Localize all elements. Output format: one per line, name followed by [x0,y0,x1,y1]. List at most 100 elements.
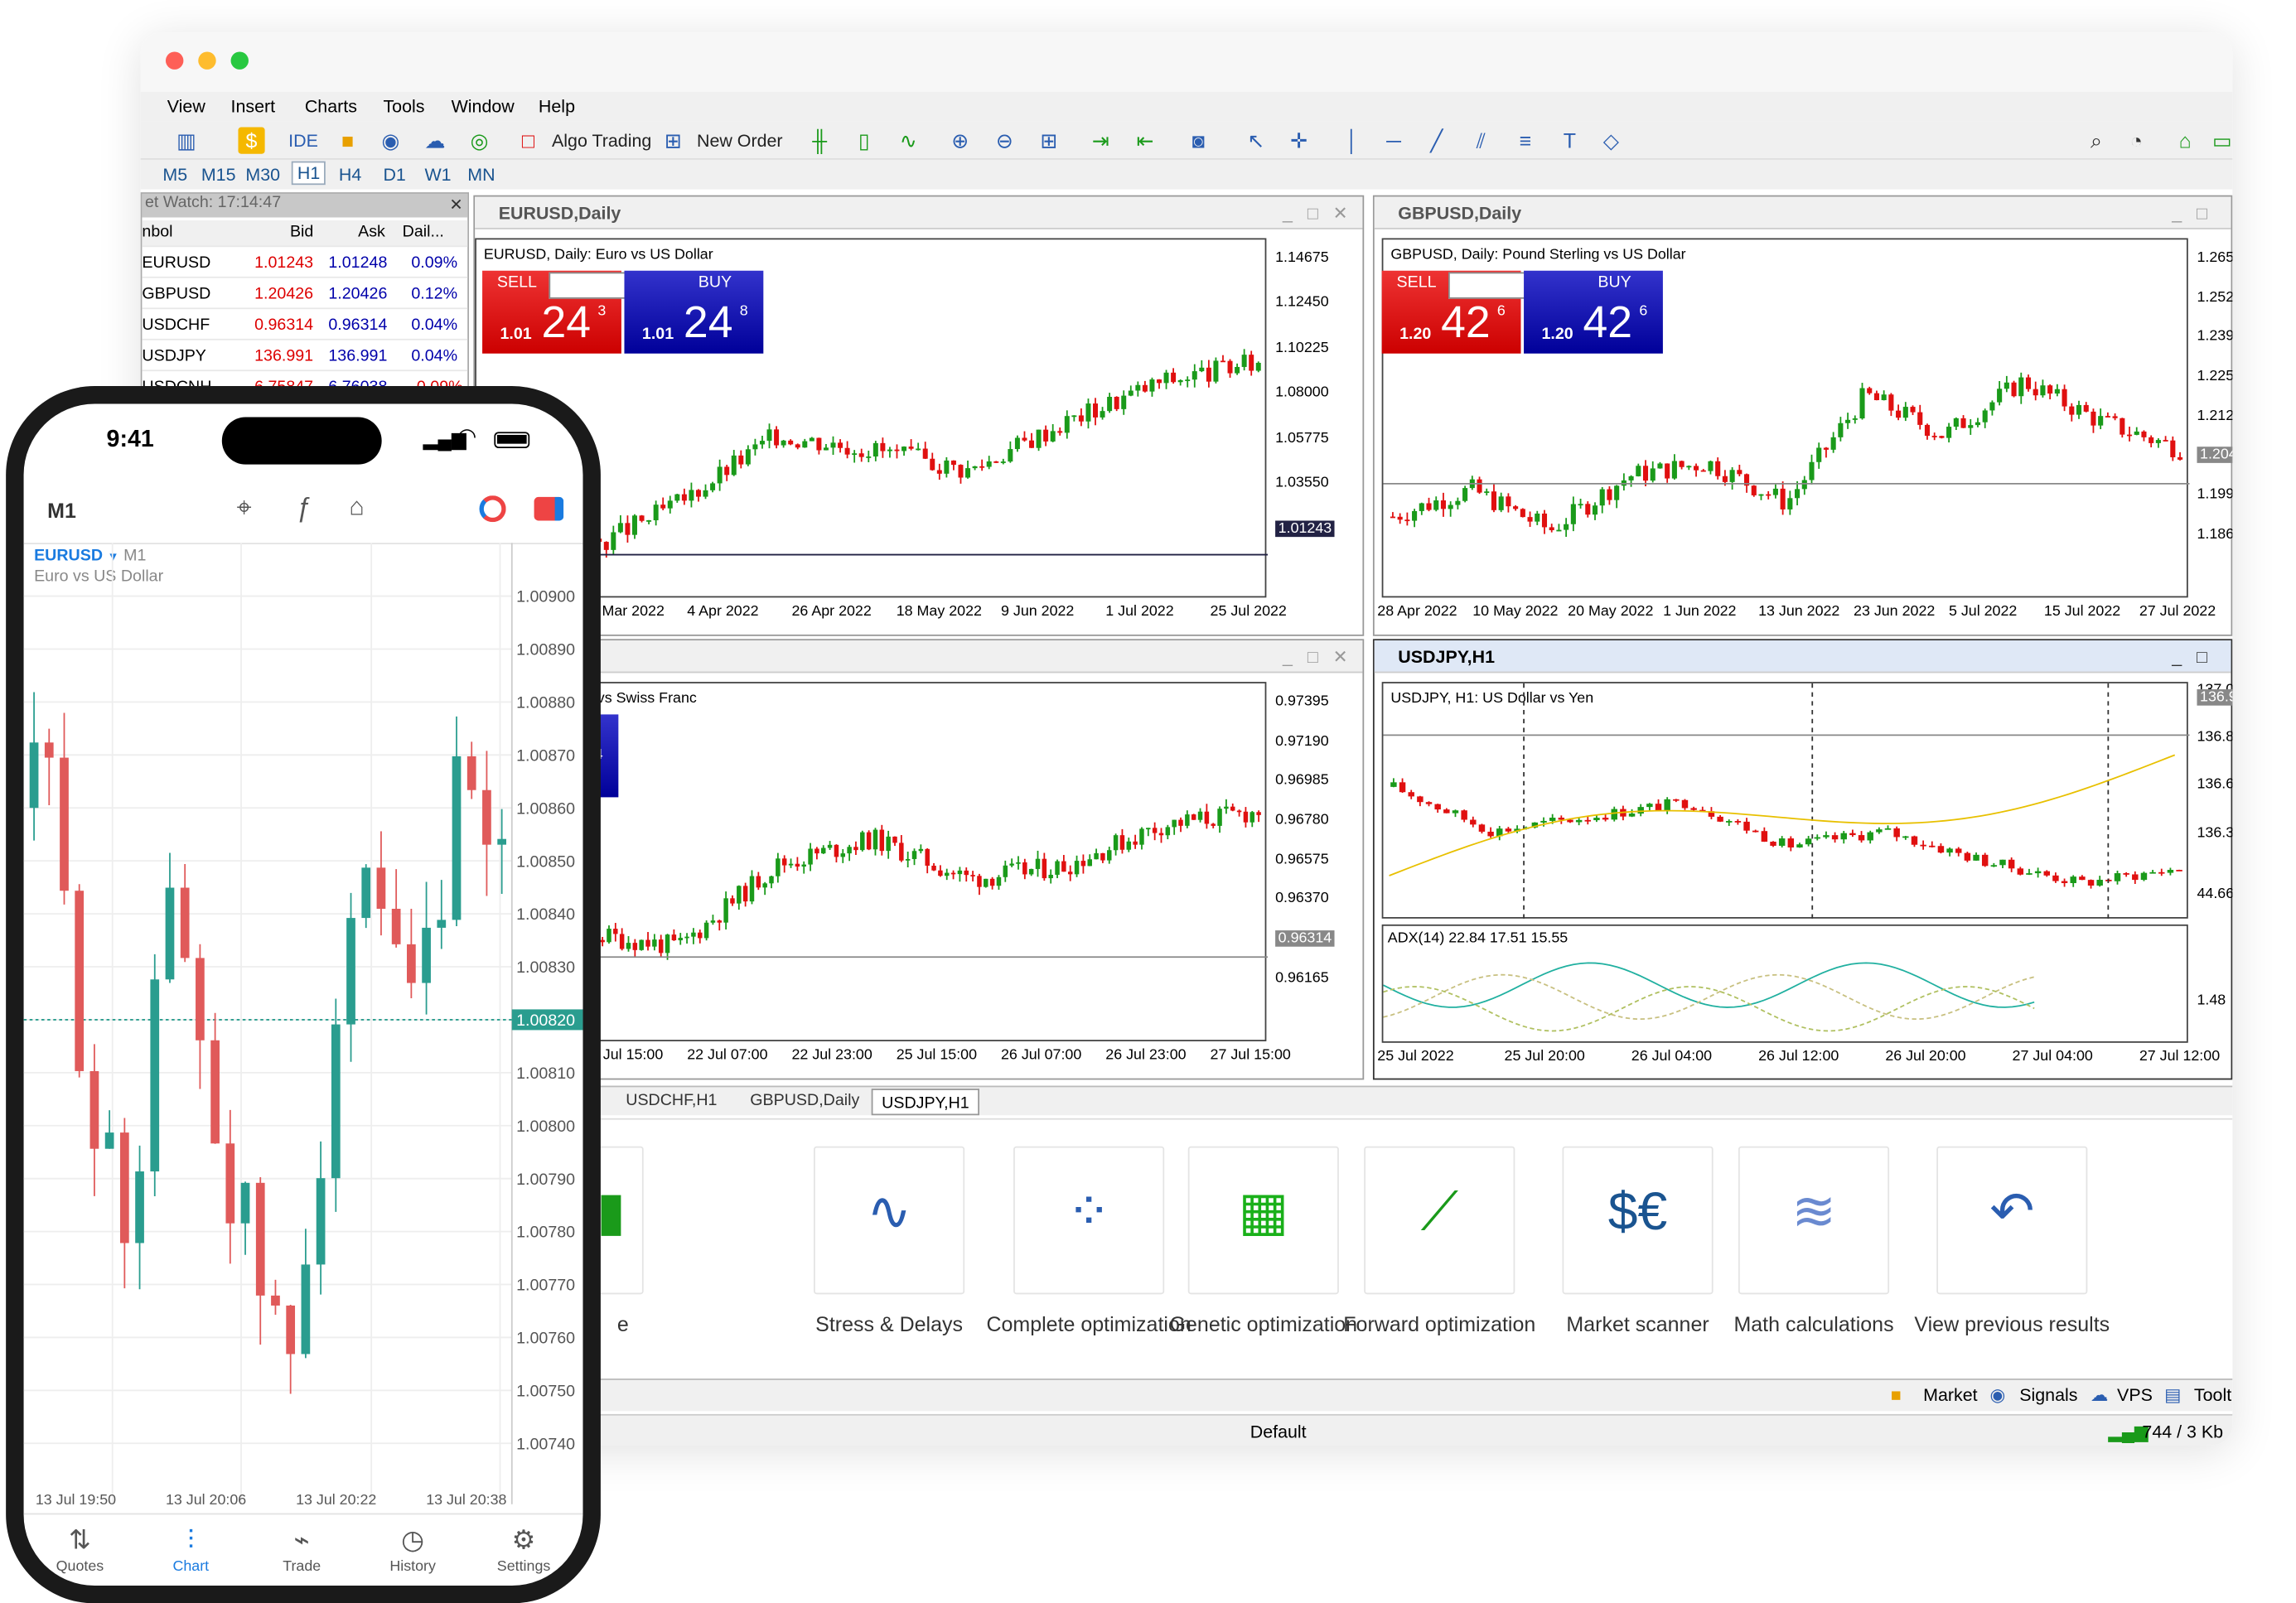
dollar-icon[interactable]: $ [238,127,265,154]
tf-m5[interactable]: M5 [162,164,187,185]
fibonacci-icon[interactable]: ≡ [1512,128,1539,154]
col-daily[interactable]: Dail... [403,224,444,241]
notifications-icon[interactable]: ◔ [2123,128,2149,154]
bar-chart-icon[interactable]: ╫ [806,128,833,154]
menu-help[interactable]: Help [539,96,575,117]
tab-settings[interactable]: ⚙ Settings [480,1525,568,1576]
line-chart-icon[interactable]: ∿ [895,128,921,154]
library-card[interactable]: ∿ [814,1146,965,1295]
tf-h1[interactable]: H1 [291,161,326,186]
x-axis-label: 4 Apr 2022 [687,603,759,620]
menu-charts[interactable]: Charts [305,96,357,117]
crosshair-icon[interactable]: ✛ [1286,128,1312,154]
autoscroll-icon[interactable]: ⇥ [1087,128,1114,154]
window-controls-icon[interactable]: _ □ [2172,646,2207,667]
buy-button[interactable]: BUY 1.01 24 8 [624,270,764,354]
one-click-trading-icon[interactable] [479,495,506,523]
market-link[interactable]: Market [1923,1384,1978,1405]
signals-icon[interactable]: ◉ [377,128,404,154]
tab-quotes[interactable]: ⇅ Quotes [36,1525,124,1576]
tab-usdchf-h1[interactable]: USDCHF,H1 [626,1092,717,1109]
level-icon[interactable]: ⌂ [2172,128,2198,154]
vertical-line-icon[interactable]: │ [1339,128,1366,154]
window-controls-icon[interactable]: _ □ [2172,203,2207,224]
search-icon[interactable]: ⌕ [2083,128,2110,154]
ide-button[interactable]: IDE [288,128,318,154]
vps-icon[interactable]: ◎ [466,128,492,154]
horizontal-line-icon[interactable]: ─ [1380,128,1407,154]
vps-link[interactable]: VPS [2117,1384,2153,1405]
library-card[interactable]: ≋ [1738,1146,1890,1295]
text-icon[interactable]: T [1556,128,1583,154]
tab-usdjpy-h1[interactable]: USDJPY,H1 [871,1089,980,1116]
timeframe-button[interactable]: M1 [47,499,76,523]
algo-trading-button[interactable]: Algo Trading [552,128,651,154]
trade-panel-icon[interactable] [534,496,564,521]
cloud-icon[interactable]: ☁ [422,128,448,154]
market-watch-row[interactable]: EURUSD 1.01243 1.01248 0.09% [142,249,468,278]
market-watch-row[interactable]: USDCHF 0.96314 0.96314 0.04% [142,311,468,340]
chart-plot-area[interactable]: USDJPY, H1: US Dollar vs Yen [1381,682,2190,920]
buy-button[interactable]: BUY 1.20 42 6 [1524,270,1663,354]
library-card[interactable]: ⟋ [1364,1146,1515,1295]
chart-window-eurusd: EURUSD,Daily _ □ ✕ EURUSD, Daily: Euro v… [473,195,1365,636]
library-card[interactable]: ↶ [1936,1146,2088,1295]
candle-body [1249,355,1254,371]
zoom-out-icon[interactable]: ⊖ [991,128,1017,154]
tf-w1[interactable]: W1 [424,164,451,185]
market-bag-icon[interactable]: ■ [335,128,361,154]
tf-m30[interactable]: M30 [245,164,280,185]
tf-d1[interactable]: D1 [383,164,405,185]
new-order-icon[interactable]: ⊞ [660,128,686,154]
close-window-button[interactable] [165,51,184,70]
candlestick-icon[interactable]: ▯ [851,128,877,154]
candle-body [1067,872,1073,875]
window-controls-icon[interactable]: _ □ ✕ [1283,203,1348,224]
library-card[interactable]: ⁘ [1013,1146,1165,1295]
new-order-button[interactable]: New Order [697,128,783,154]
chart-template-icon[interactable]: ▥ [173,128,200,154]
shapes-icon[interactable]: ◇ [1598,128,1624,154]
chart-shift-icon[interactable]: ⇤ [1132,128,1158,154]
objects-icon[interactable]: ⌂ [349,493,364,523]
tf-mn[interactable]: MN [467,164,495,185]
tf-m15[interactable]: M15 [201,164,236,185]
menu-view[interactable]: View [167,96,205,117]
candle-body [2043,871,2050,876]
menu-insert[interactable]: Insert [231,96,276,117]
menu-tools[interactable]: Tools [383,96,424,117]
market-watch-row[interactable]: GBPUSD 1.20426 1.20426 0.12% [142,279,468,310]
crosshair-icon[interactable]: ⌖ [237,493,252,524]
close-icon[interactable]: ✕ [449,196,462,214]
y-axis-label: 0.96370 [1275,891,1329,907]
phone-candle-chart[interactable]: 1.00900 1.00890 1.00880 1.00870 1.00860 1.008… [23,543,583,1504]
candle-body [1693,466,1699,471]
signals-link[interactable]: Signals [2019,1384,2077,1405]
col-bid[interactable]: Bid [290,224,313,241]
tf-h4[interactable]: H4 [339,164,361,185]
toolbox-link[interactable]: Toolt [2194,1384,2231,1405]
col-symbol[interactable]: nbol [142,224,172,241]
screenshot-icon[interactable]: ◙ [1185,128,1211,154]
zoom-window-button[interactable] [230,51,249,70]
tab-gbpusd-daily[interactable]: GBPUSD,Daily [750,1092,859,1109]
library-card[interactable]: ▦ [1187,1146,1339,1295]
adx-indicator-window[interactable]: ADX(14) 22.84 17.51 15.55 [1381,924,2188,1043]
library-card[interactable]: $€ [1562,1146,1714,1295]
tab-trade[interactable]: ⌁ Trade [258,1525,346,1576]
market-watch-row[interactable]: USDJPY 136.991 136.991 0.04% [142,341,468,372]
trendline-icon[interactable]: ╱ [1424,128,1450,154]
cursor-icon[interactable]: ↖ [1243,128,1269,154]
y-axis-label: 1.00810 [516,1065,575,1083]
algo-trading-icon[interactable]: □ [515,128,541,154]
tab-history[interactable]: ◷ History [369,1525,457,1576]
zoom-in-icon[interactable]: ⊕ [947,128,974,154]
tile-windows-icon[interactable]: ⊞ [1036,128,1062,154]
window-controls-icon[interactable]: _ □ ✕ [1283,646,1348,667]
menu-window[interactable]: Window [452,96,515,117]
indicators-icon[interactable]: ƒ [296,493,311,524]
col-ask[interactable]: Ask [358,224,385,241]
channel-icon[interactable]: ⫽ [1467,128,1494,154]
minimize-window-button[interactable] [198,51,216,70]
tab-chart[interactable]: ⫶ Chart [147,1525,235,1576]
